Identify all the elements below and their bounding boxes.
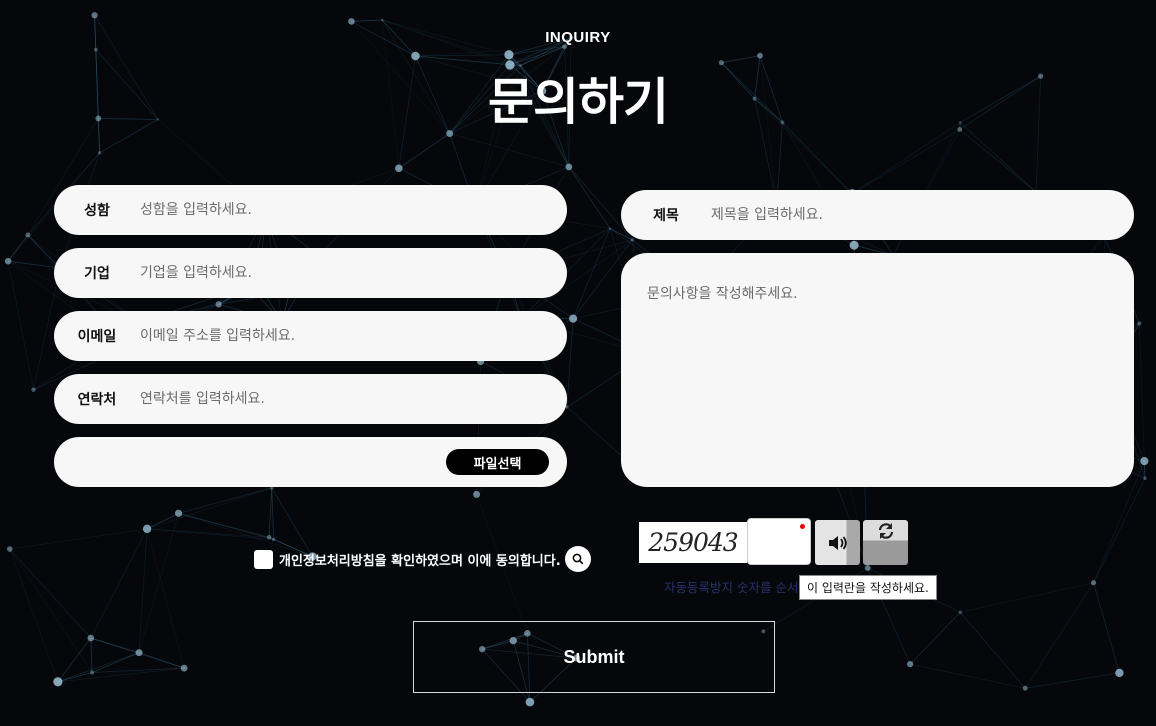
company-input[interactable] — [140, 253, 567, 293]
name-input[interactable] — [140, 190, 567, 230]
captcha-input[interactable] — [747, 518, 811, 565]
validation-tooltip: 이 입력란을 작성하세요. — [799, 575, 937, 600]
file-select-button[interactable]: 파일선택 — [446, 449, 549, 475]
refresh-icon — [878, 523, 893, 539]
captcha-image: 259043 — [639, 522, 747, 563]
file-field: 파일선택 — [54, 437, 567, 487]
subject-input[interactable] — [711, 195, 1134, 235]
message-textarea[interactable] — [647, 283, 1108, 457]
section-eyebrow: INQUIRY — [545, 29, 611, 46]
privacy-agreement: 개인정보처리방침을 확인하였으며 이에 동의합니다. — [254, 546, 591, 572]
captcha-refresh-button[interactable] — [863, 520, 908, 565]
captcha-code: 259043 — [648, 528, 738, 557]
phone-field: 연락처 — [54, 374, 567, 424]
name-label: 성함 — [84, 203, 110, 219]
phone-input[interactable] — [140, 379, 567, 419]
name-field: 성함 — [54, 185, 567, 235]
subject-field: 제목 — [621, 190, 1134, 240]
company-field: 기업 — [54, 248, 567, 298]
captcha-sound-button[interactable] — [815, 520, 860, 565]
privacy-view-button[interactable] — [564, 546, 591, 572]
phone-label: 연락처 — [77, 392, 117, 408]
email-input[interactable] — [140, 316, 567, 356]
privacy-checkbox[interactable] — [254, 549, 273, 569]
required-dot — [800, 524, 805, 529]
email-label: 이메일 — [77, 329, 117, 345]
search-icon — [572, 553, 584, 565]
subject-label: 제목 — [653, 208, 679, 224]
privacy-agreement-text: 개인정보처리방침을 확인하였으며 이에 동의합니다. — [279, 553, 561, 569]
company-label: 기업 — [84, 266, 110, 282]
captcha-help-text: 자동등록방지 숫자를 순서 — [664, 580, 799, 595]
speaker-icon — [828, 535, 847, 550]
page-title: 문의하기 — [488, 73, 669, 131]
message-box — [621, 253, 1134, 487]
submit-button[interactable]: Submit — [413, 621, 775, 693]
email-field: 이메일 — [54, 311, 567, 361]
